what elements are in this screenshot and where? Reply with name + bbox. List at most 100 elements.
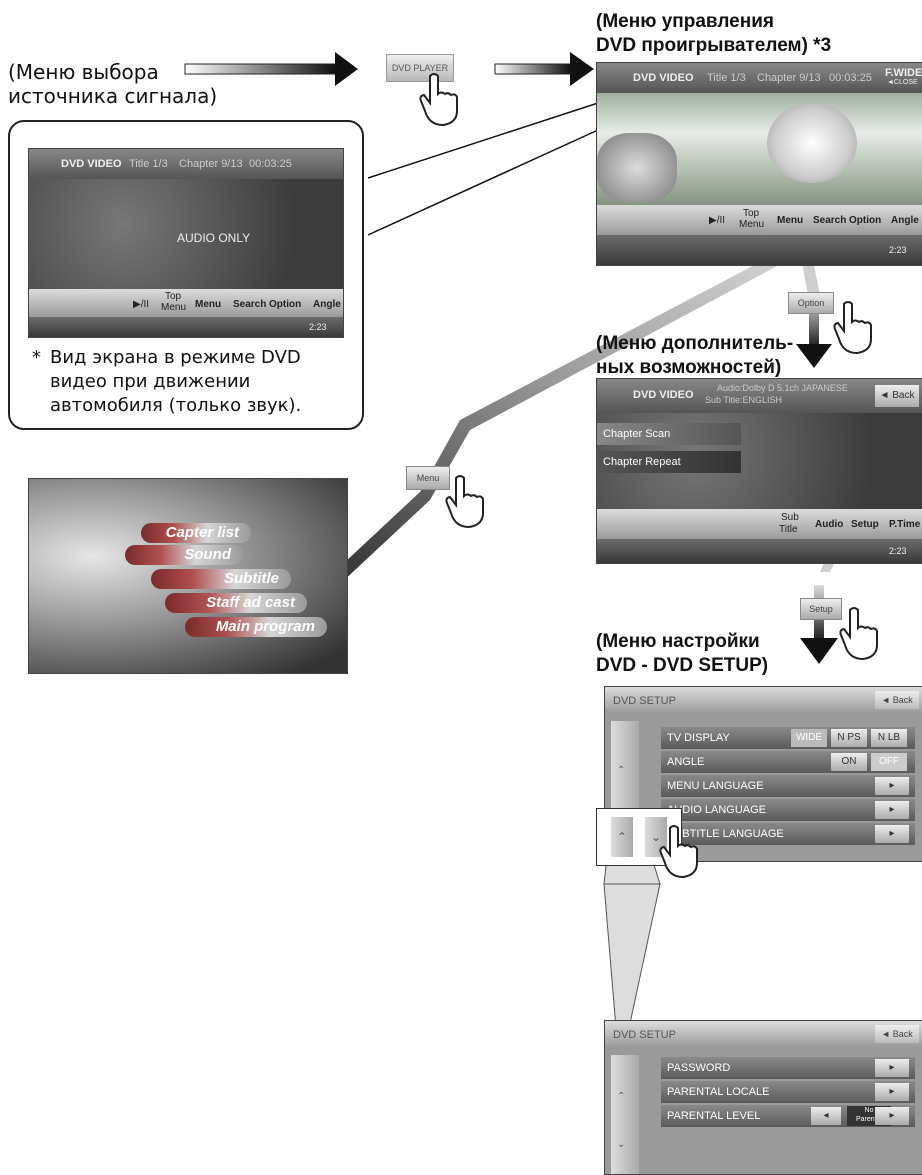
angle-button[interactable]: Angle: [313, 299, 341, 310]
setup-row[interactable]: TV DISPLAY WIDE N PS N LB: [661, 727, 915, 750]
option-callout-button[interactable]: Option: [788, 292, 834, 314]
source-menu-label-1: (Меню выбора: [8, 60, 159, 84]
play-pause-button[interactable]: ▶/II: [709, 215, 725, 226]
subtitle-info-label: Sub Title:ENGLISH: [705, 395, 783, 405]
setup-row[interactable]: MENU LANGUAGE ▸: [661, 775, 915, 798]
top-menu-button[interactable]: Top: [743, 208, 759, 219]
play-pause-button[interactable]: ▶/II: [133, 299, 149, 310]
subtitle-button-line2[interactable]: Title: [779, 524, 798, 535]
ptime-button[interactable]: P.Time: [889, 519, 920, 530]
note-line-1: Вид экрана в режиме DVD: [50, 347, 301, 368]
mode-label: DVD VIDEO: [633, 72, 694, 84]
chapter-label: Chapter 9/13: [179, 158, 243, 170]
disc-menu-item[interactable]: Staff ad cast: [165, 593, 307, 613]
arrow-right-icon[interactable]: ▸: [875, 801, 909, 819]
bush-image: [597, 133, 677, 203]
dvd-control-label-2: DVD проигрывателем) *3: [596, 35, 832, 56]
tv-option[interactable]: N PS: [831, 729, 867, 747]
audio-only-text: AUDIO ONLY: [177, 231, 251, 245]
scroll-up-icon[interactable]: ⌃: [611, 817, 633, 857]
scroll-panel: [611, 1055, 639, 1174]
back-button[interactable]: ◄ Back: [875, 385, 919, 407]
back-button[interactable]: ◄ Back: [875, 1025, 919, 1043]
setup-row[interactable]: PASSWORD ▸: [661, 1057, 915, 1080]
row-label: TV DISPLAY: [667, 732, 730, 744]
mode-label: DVD VIDEO: [61, 158, 122, 170]
search-button[interactable]: Search: [233, 299, 266, 310]
setup-row[interactable]: PARENTAL LOCALE ▸: [661, 1081, 915, 1104]
setup-button[interactable]: Setup: [851, 519, 879, 530]
top-menu-button-line2[interactable]: Menu: [739, 219, 764, 230]
setup-title: DVD SETUP: [613, 695, 676, 707]
options-label-1: (Меню дополнитель-: [596, 333, 794, 354]
row-label: PARENTAL LOCALE: [667, 1086, 770, 1098]
row-label: ANGLE: [667, 756, 705, 768]
mode-label: DVD VIDEO: [633, 389, 694, 401]
close-button[interactable]: ◄CLOSE: [887, 79, 918, 86]
scroll-up-icon[interactable]: ⌃: [617, 1091, 625, 1102]
angle-button[interactable]: Angle: [891, 215, 919, 226]
clock-label: 2:23: [889, 546, 907, 556]
arrow-right-icon[interactable]: ▸: [875, 1059, 909, 1077]
arrow-source-to-player: [184, 52, 358, 86]
hand-pointer-icon: [833, 301, 872, 355]
setup-label-1: (Меню настройки: [596, 631, 760, 652]
disc-menu-item[interactable]: Subtitle: [151, 569, 291, 589]
note-star: *: [32, 347, 41, 368]
menu-button[interactable]: Menu: [777, 215, 803, 226]
scroll-up-icon[interactable]: ⌃: [617, 765, 625, 776]
audio-info-label: Audio:Dolby D 5.1ch JAPANESE: [717, 383, 848, 393]
dvd-control-label-1: (Меню управления: [596, 11, 774, 32]
arrow-player-to-control: [494, 52, 594, 86]
hand-pointer-icon: [445, 475, 484, 529]
clock-label: 2:23: [889, 245, 907, 255]
setup-label-2: DVD - DVD SETUP): [596, 655, 769, 676]
hand-pointer-icon: [839, 607, 878, 661]
tv-option[interactable]: WIDE: [791, 729, 827, 747]
chapter-repeat-item[interactable]: Chapter Repeat: [597, 451, 741, 473]
option-button[interactable]: Option: [849, 215, 881, 226]
setup-title: DVD SETUP: [613, 1029, 676, 1041]
arrow-left-icon[interactable]: ◂: [811, 1107, 841, 1125]
arrow-right-icon[interactable]: ▸: [875, 1083, 909, 1101]
tv-option[interactable]: N LB: [871, 729, 907, 747]
note-line-3: автомобиля (только звук).: [50, 395, 302, 416]
row-label: PASSWORD: [667, 1062, 731, 1074]
search-button[interactable]: Search: [813, 215, 846, 226]
setup-row[interactable]: PARENTAL LEVEL ◂ No Parental ▸: [661, 1105, 915, 1128]
time-label: 00:03:25: [829, 72, 872, 84]
level-line-1: No: [864, 1107, 874, 1114]
title-label: Title 1/3: [129, 158, 168, 170]
angle-option[interactable]: ON: [831, 753, 867, 771]
top-menu-button-line2[interactable]: Menu: [161, 302, 186, 313]
subtitle-button[interactable]: Sub: [781, 512, 799, 523]
hand-pointer-icon: [419, 73, 458, 127]
audio-only-screen: DVD VIDEO Title 1/3 Chapter 9/13 00:03:2…: [28, 148, 344, 338]
setup-row[interactable]: ANGLE ON OFF: [661, 751, 915, 774]
scroll-down-icon[interactable]: ⌄: [617, 1139, 625, 1150]
time-label: 00:03:25: [249, 158, 292, 170]
disc-menu-screen: Capter list Sound Subtitle Staff ad cast…: [28, 478, 348, 674]
disc-menu-item[interactable]: Sound: [125, 545, 243, 565]
menu-button[interactable]: Menu: [195, 299, 221, 310]
title-label: Title 1/3: [707, 72, 746, 84]
arrow-right-icon[interactable]: ▸: [875, 777, 909, 795]
setup-row[interactable]: AUDIO LANGUAGE ▸: [661, 799, 915, 822]
options-screen: DVD VIDEO Audio:Dolby D 5.1ch JAPANESE S…: [596, 378, 922, 564]
disc-menu-item[interactable]: Main program: [185, 617, 327, 637]
chapter-scan-item[interactable]: Chapter Scan: [597, 423, 741, 445]
disc-menu-item[interactable]: Capter list: [141, 523, 251, 543]
top-menu-button[interactable]: Top: [165, 291, 181, 302]
angle-option[interactable]: OFF: [871, 753, 907, 771]
options-label-2: ных возможностей): [596, 357, 782, 378]
audio-button[interactable]: Audio: [815, 519, 843, 530]
chapter-label: Chapter 9/13: [757, 72, 821, 84]
hand-pointer-icon: [659, 825, 698, 879]
tree-image: [767, 103, 857, 183]
arrow-right-icon[interactable]: ▸: [875, 825, 909, 843]
fwide-button[interactable]: F.WIDE: [885, 67, 922, 79]
option-button[interactable]: Option: [269, 299, 301, 310]
source-menu-label-2: источника сигнала): [8, 84, 218, 108]
back-button[interactable]: ◄ Back: [875, 691, 919, 709]
arrow-right-icon[interactable]: ▸: [875, 1107, 909, 1125]
